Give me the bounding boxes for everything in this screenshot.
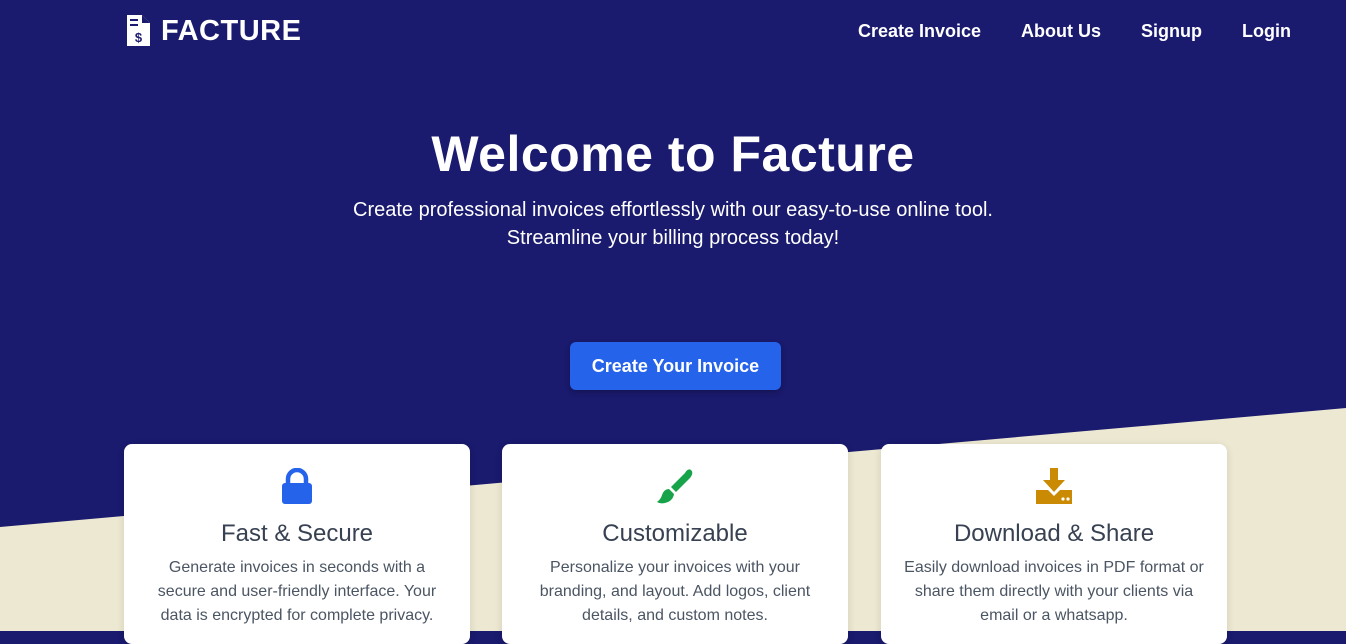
- feature-text: Easily download invoices in PDF format o…: [904, 559, 1204, 624]
- paintbrush-icon: [502, 468, 848, 504]
- feature-card-fast-secure: Fast & Secure Generate invoices in secon…: [124, 444, 470, 644]
- feature-text: Generate invoices in seconds with a secu…: [157, 559, 437, 624]
- svg-text:$: $: [135, 30, 143, 45]
- invoice-dollar-icon: $: [127, 15, 151, 47]
- main-nav: Create Invoice About Us Signup Login: [858, 18, 1291, 44]
- feature-title: Customizable: [602, 520, 748, 547]
- top-navbar: $ FACTURE Create Invoice About Us Signup…: [0, 0, 1346, 62]
- hero-title: Welcome to Facture: [431, 126, 915, 182]
- lock-icon: [124, 468, 470, 504]
- download-icon: [881, 468, 1227, 504]
- brand-name: FACTURE: [161, 15, 302, 47]
- nav-signup[interactable]: Signup: [1141, 18, 1202, 44]
- nav-login[interactable]: Login: [1242, 18, 1291, 44]
- nav-create-invoice[interactable]: Create Invoice: [858, 18, 981, 44]
- hero-subtitle-line1: Create professional invoices effortlessl…: [353, 199, 993, 221]
- feature-card-customizable: Customizable Personalize your invoices w…: [502, 444, 848, 644]
- brand-logo[interactable]: $ FACTURE: [127, 11, 301, 51]
- feature-card-download-share: Download & Share Easily download invoice…: [881, 444, 1227, 644]
- hero-subtitle-line2: Streamline your billing process today!: [506, 227, 840, 249]
- hero-section: Welcome to Facture Create professional i…: [0, 122, 1346, 252]
- feature-title: Fast & Secure: [220, 520, 374, 547]
- feature-title: Download & Share: [953, 520, 1155, 547]
- hero-subtitle: Create professional invoices effortlessl…: [323, 196, 1023, 252]
- nav-about-us[interactable]: About Us: [1021, 18, 1101, 44]
- feature-text: Personalize your invoices with your bran…: [539, 559, 811, 624]
- create-your-invoice-button[interactable]: Create Your Invoice: [570, 342, 781, 390]
